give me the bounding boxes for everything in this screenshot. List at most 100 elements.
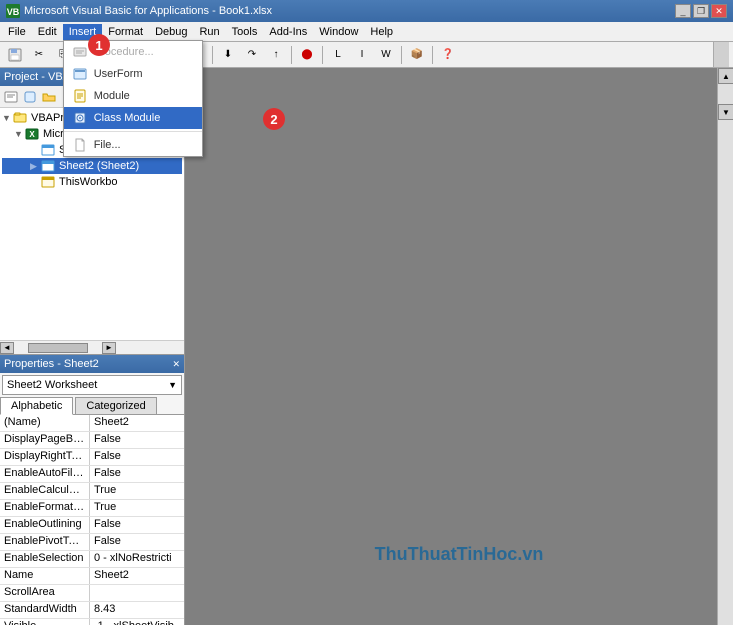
prop-key-displayrighttolef: DisplayRightToLef: [0, 449, 90, 465]
insert-dropdown: Procedure... UserForm Module Class Modul…: [63, 40, 203, 157]
breakpoint-button[interactable]: ⬤: [296, 45, 318, 65]
toggle-folders-button[interactable]: [40, 89, 58, 105]
prop-row-name: (Name) Sheet2: [0, 415, 184, 432]
properties-panel-titlebar: Properties - Sheet2 ✕: [0, 355, 184, 373]
prop-val-visible: -1 - xlSheetVisib: [90, 619, 184, 625]
menu-window[interactable]: Window: [313, 24, 364, 40]
file-icon: [72, 137, 88, 153]
prop-key-enableautofilter: EnableAutoFilter: [0, 466, 90, 482]
locals-button[interactable]: L: [327, 45, 349, 65]
watch-button[interactable]: W: [375, 45, 397, 65]
step-over-button[interactable]: ↷: [241, 45, 263, 65]
properties-panel-close[interactable]: ✕: [172, 359, 180, 370]
prop-row-enableselection: EnableSelection 0 - xlNoRestricti: [0, 551, 184, 568]
hscroll-thumb[interactable]: [28, 343, 88, 353]
editor-area: ThuThuatTinHoc.vn ▲ ▼: [185, 68, 733, 625]
menu-bar: File Edit Insert Procedure... UserForm: [0, 22, 733, 42]
workbook-icon: [40, 175, 56, 189]
properties-object-label: Sheet2 Worksheet: [7, 379, 97, 391]
tree-arrow-sheet2: ▶: [30, 161, 40, 172]
prop-val-standardwidth: 8.43: [90, 602, 184, 618]
cut-button[interactable]: ✂: [28, 45, 50, 65]
prop-key-sheetname: Name: [0, 568, 90, 584]
step-into-button[interactable]: ⬇: [217, 45, 239, 65]
tab-alphabetic[interactable]: Alphabetic: [0, 397, 73, 415]
class-module-label: Class Module: [94, 112, 161, 124]
window-controls: _ ❐ ✕: [675, 4, 727, 18]
classmodule-icon: [72, 110, 88, 126]
menu-item-file[interactable]: File...: [64, 134, 202, 156]
window-title: Microsoft Visual Basic for Applications …: [24, 5, 675, 17]
menu-item-userform[interactable]: UserForm: [64, 63, 202, 85]
close-button[interactable]: ✕: [711, 4, 727, 18]
menu-help[interactable]: Help: [364, 24, 399, 40]
project-hscrollbar[interactable]: ◄ ►: [0, 340, 184, 354]
minimize-button[interactable]: _: [675, 4, 691, 18]
prop-row-displayrighttolef: DisplayRightToLef False: [0, 449, 184, 466]
menu-addins[interactable]: Add-Ins: [263, 24, 313, 40]
prop-key-visible: Visible: [0, 619, 90, 625]
vscroll-down-btn[interactable]: ▼: [718, 104, 733, 120]
prop-val-name: Sheet2: [90, 415, 184, 431]
tree-item-sheet2[interactable]: ▶ Sheet2 (Sheet2): [2, 158, 182, 174]
menu-tools[interactable]: Tools: [226, 24, 264, 40]
prop-key-displaypagebreak: DisplayPageBreak: [0, 432, 90, 448]
vscroll-up-btn[interactable]: ▲: [718, 68, 733, 84]
prop-val-displayrighttolef: False: [90, 449, 184, 465]
menu-edit[interactable]: Edit: [32, 24, 63, 40]
prop-row-enableoutlining: EnableOutlining False: [0, 517, 184, 534]
menu-run[interactable]: Run: [193, 24, 225, 40]
main-vscrollbar[interactable]: ▲ ▼: [717, 68, 733, 625]
properties-object-select[interactable]: Sheet2 Worksheet ▼: [2, 375, 182, 395]
object-browser-button[interactable]: 📦: [406, 45, 428, 65]
prop-val-sheetname: Sheet2: [90, 568, 184, 584]
help-button[interactable]: ❓: [437, 45, 459, 65]
prop-row-scrollarea: ScrollArea: [0, 585, 184, 602]
view-code-button[interactable]: [2, 89, 20, 105]
prop-row-enablecalculation: EnableCalculation True: [0, 483, 184, 500]
module-label: Module: [94, 90, 130, 102]
menu-item-procedure[interactable]: Procedure...: [64, 41, 202, 63]
properties-panel-title: Properties - Sheet2: [4, 358, 99, 370]
restore-button[interactable]: ❐: [693, 4, 709, 18]
prop-key-name: (Name): [0, 415, 90, 431]
immediate-button[interactable]: I: [351, 45, 373, 65]
toolbar-separator-7: [432, 46, 433, 64]
toolbar-separator-6: [401, 46, 402, 64]
properties-table: (Name) Sheet2 DisplayPageBreak False Dis…: [0, 415, 184, 625]
save-button[interactable]: [4, 45, 26, 65]
procedure-icon: [72, 44, 88, 60]
tree-item-thisworkbook[interactable]: ▶ ThisWorkbo: [2, 174, 182, 190]
prop-row-displaypagebreak: DisplayPageBreak False: [0, 432, 184, 449]
module-icon: [72, 88, 88, 104]
menu-item-class-module[interactable]: Class Module: [64, 107, 202, 129]
toolbar-separator-3: [212, 46, 213, 64]
prop-val-enableformatcon: True: [90, 500, 184, 516]
menu-format[interactable]: Format: [102, 24, 149, 40]
prop-val-enablecalculation: True: [90, 483, 184, 499]
prop-row-standardwidth: StandardWidth 8.43: [0, 602, 184, 619]
toolbar-separator-4: [291, 46, 292, 64]
prop-key-enableselection: EnableSelection: [0, 551, 90, 567]
prop-val-displaypagebreak: False: [90, 432, 184, 448]
prop-key-enableoutlining: EnableOutlining: [0, 517, 90, 533]
project-icon: [12, 111, 28, 125]
tree-label-thiswb: ThisWorkbo: [59, 176, 117, 188]
prop-row-enableautofilter: EnableAutoFilter False: [0, 466, 184, 483]
svg-text:X: X: [29, 130, 35, 139]
tab-categorized[interactable]: Categorized: [75, 397, 156, 414]
hscroll-right-btn[interactable]: ►: [102, 342, 116, 354]
menu-file[interactable]: File: [2, 24, 32, 40]
menu-debug[interactable]: Debug: [149, 24, 193, 40]
view-object-button[interactable]: [21, 89, 39, 105]
step-out-button[interactable]: ↑: [265, 45, 287, 65]
hscroll-left-btn[interactable]: ◄: [0, 342, 14, 354]
prop-val-enablepivottable: False: [90, 534, 184, 550]
prop-row-enablepivottable: EnablePivotTable False: [0, 534, 184, 551]
menu-insert[interactable]: Insert Procedure... UserForm Module: [63, 24, 103, 40]
prop-row-sheetname: Name Sheet2: [0, 568, 184, 585]
prop-val-enableautofilter: False: [90, 466, 184, 482]
prop-key-standardwidth: StandardWidth: [0, 602, 90, 618]
menu-separator: [64, 131, 202, 132]
menu-item-module[interactable]: Module: [64, 85, 202, 107]
